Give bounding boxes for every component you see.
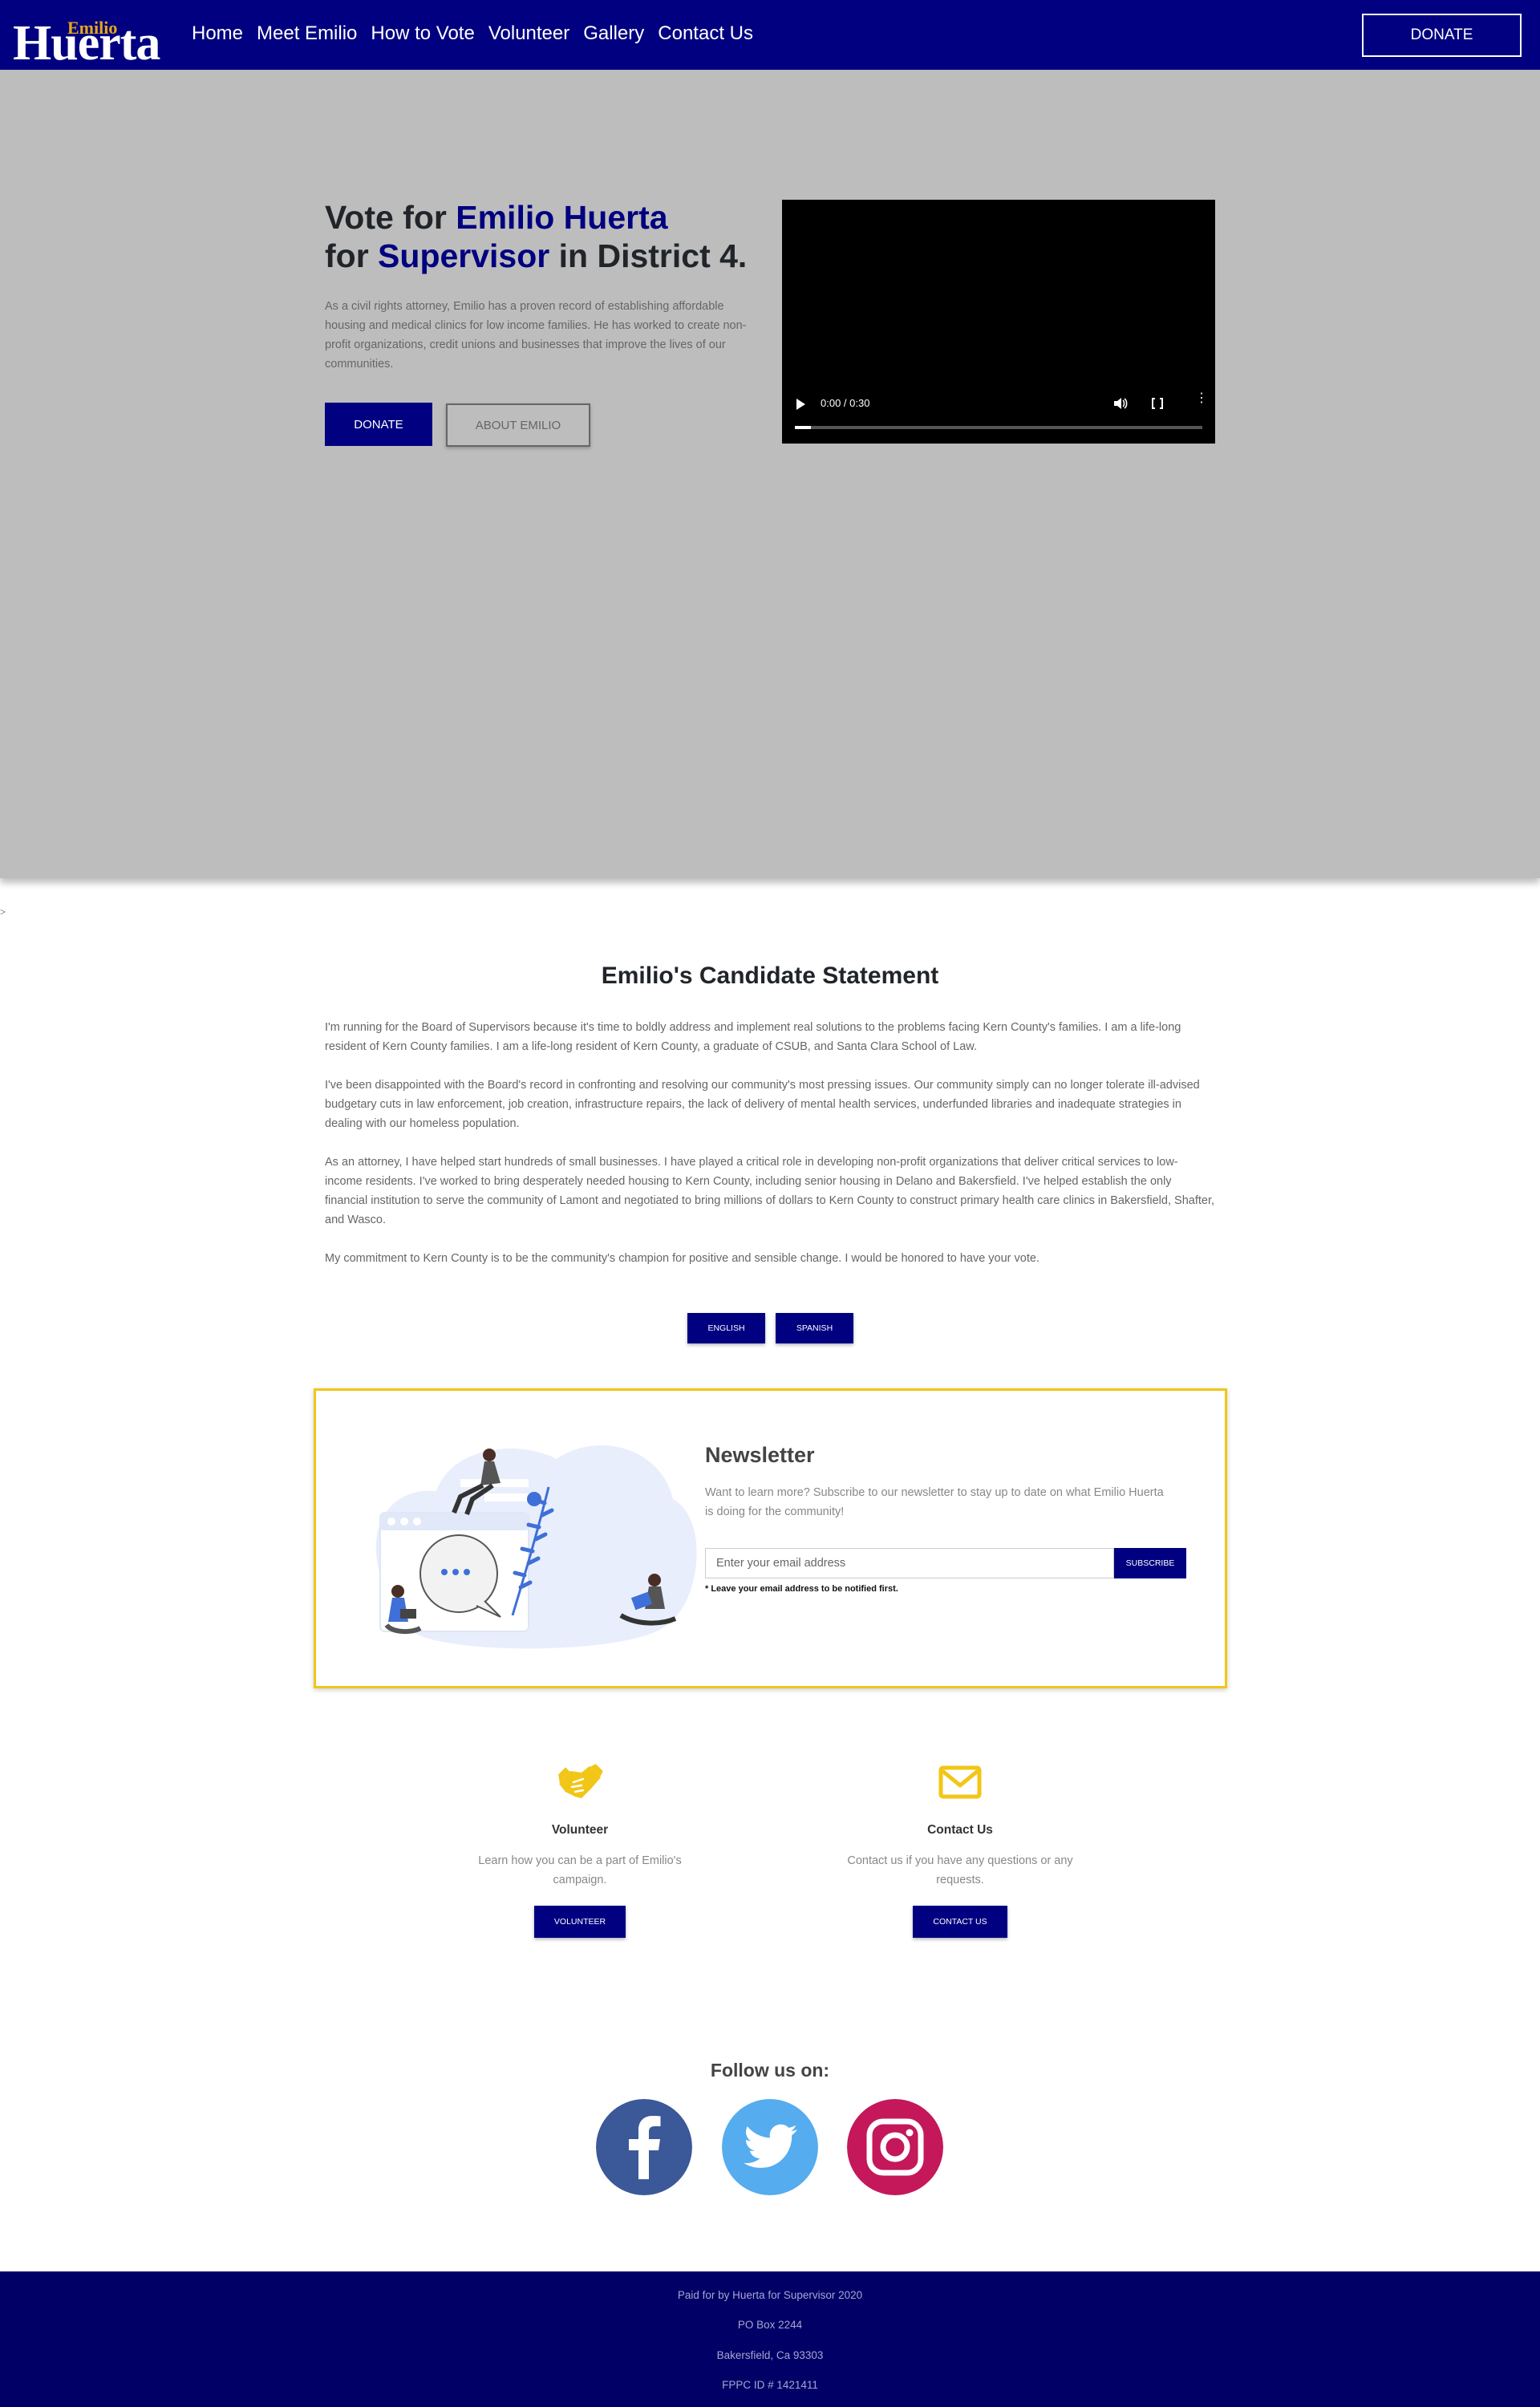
hero-title-suffix: in District 4. — [549, 237, 748, 274]
hero-description: As a civil rights attorney, Emilio has a… — [325, 300, 747, 371]
footer-city: Bakersfield, Ca 93303 — [716, 2349, 824, 2361]
campaign-video-player[interactable]: 0:00 / 0:30 ⋮ — [782, 200, 1215, 444]
hero-section: Vote for Emilio Huerta for Supervisor in … — [0, 70, 1540, 878]
handshake-icon — [556, 1761, 606, 1798]
video-time: 0:00 / 0:30 — [821, 397, 870, 409]
volunteer-title: Volunteer — [551, 1823, 609, 1837]
hero-title-name: Emilio Huerta — [456, 199, 668, 236]
volume-icon[interactable] — [1112, 396, 1129, 411]
newsletter-note: * Leave your email address to be notifie… — [705, 1584, 898, 1594]
hero-donate-button[interactable]: DONATE — [325, 403, 432, 446]
logo-first-name: Emilio — [67, 18, 118, 38]
contact-us-button[interactable]: CONTACT US — [913, 1906, 1007, 1938]
envelope-icon — [938, 1765, 982, 1799]
newsletter-illustration — [375, 1445, 697, 1649]
about-emilio-button[interactable]: ABOUT EMILIO — [446, 403, 590, 447]
volunteer-text: Learn how you can be a part of Emilio's … — [478, 1854, 682, 1886]
twitter-icon[interactable] — [722, 2099, 818, 2195]
contact-feature: Contact Us Contact us if you have any qu… — [840, 1761, 1080, 1938]
nav-how-to-vote[interactable]: How to Vote — [371, 22, 474, 45]
site-logo[interactable]: Huerta Emilio — [13, 8, 173, 68]
hero-title-prefix: Vote for — [325, 199, 456, 236]
play-icon[interactable] — [796, 399, 805, 410]
email-input[interactable] — [705, 1548, 1114, 1578]
video-progress-bar[interactable] — [795, 426, 1202, 429]
statement-paragraph: My commitment to Kern County is to be th… — [325, 1252, 1040, 1265]
hero-title: Vote for Emilio Huerta for Supervisor in … — [325, 198, 774, 275]
nav-contact-us[interactable]: Contact Us — [658, 22, 753, 45]
instagram-icon[interactable] — [847, 2099, 943, 2195]
volunteer-feature: Volunteer Learn how you can be a part of… — [460, 1761, 700, 1938]
nav-links: Home Meet Emilio How to Vote Volunteer G… — [192, 22, 753, 45]
follow-title: Follow us on: — [710, 2060, 830, 2081]
newsletter-title: Newsletter — [705, 1443, 815, 1467]
language-buttons: ENGLISH SPANISH — [687, 1313, 853, 1343]
more-options-icon[interactable]: ⋮ — [1195, 392, 1208, 405]
footer-paid-for: Paid for by Huerta for Supervisor 2020 — [677, 2289, 863, 2301]
video-progress-fill — [795, 426, 812, 429]
statement-paragraph: As an attorney, I have helped start hund… — [325, 1156, 1215, 1226]
statement-paragraph: I've been disappointed with the Board's … — [325, 1079, 1200, 1130]
statement-paragraph: I'm running for the Board of Supervisors… — [325, 1021, 1181, 1053]
footer: Paid for by Huerta for Supervisor 2020 P… — [0, 2271, 1540, 2407]
hero-title-office: Supervisor — [378, 237, 550, 274]
nav-volunteer[interactable]: Volunteer — [488, 22, 569, 45]
nav-gallery[interactable]: Gallery — [583, 22, 644, 45]
volunteer-button[interactable]: VOLUNTEER — [534, 1906, 626, 1938]
footer-fppc-id: FPPC ID # 1421411 — [722, 2379, 818, 2391]
fullscreen-icon[interactable] — [1152, 397, 1163, 410]
subscribe-button[interactable]: SUBSCRIBE — [1114, 1548, 1186, 1578]
nav-home[interactable]: Home — [192, 22, 243, 45]
newsletter-card: Newsletter Want to learn more? Subscribe… — [314, 1388, 1227, 1688]
newsletter-text: Want to learn more? Subscribe to our new… — [705, 1486, 1164, 1518]
facebook-icon[interactable] — [596, 2099, 692, 2195]
contact-text: Contact us if you have any questions or … — [847, 1854, 1073, 1886]
nav-donate-button[interactable]: DONATE — [1362, 14, 1522, 57]
navbar: Huerta Emilio Home Meet Emilio How to Vo… — [0, 0, 1540, 70]
spanish-button[interactable]: SPANISH — [776, 1313, 853, 1343]
footer-po-box: PO Box 2244 — [737, 2319, 803, 2331]
nav-meet-emilio[interactable]: Meet Emilio — [257, 22, 357, 45]
hero-title-for: for — [325, 237, 379, 274]
stray-text: > — [0, 906, 6, 918]
statement-title: Emilio's Candidate Statement — [601, 962, 939, 989]
statement-body: I'm running for the Board of Supervisors… — [325, 1018, 1215, 1287]
contact-title: Contact Us — [927, 1823, 993, 1837]
english-button[interactable]: ENGLISH — [687, 1313, 765, 1343]
